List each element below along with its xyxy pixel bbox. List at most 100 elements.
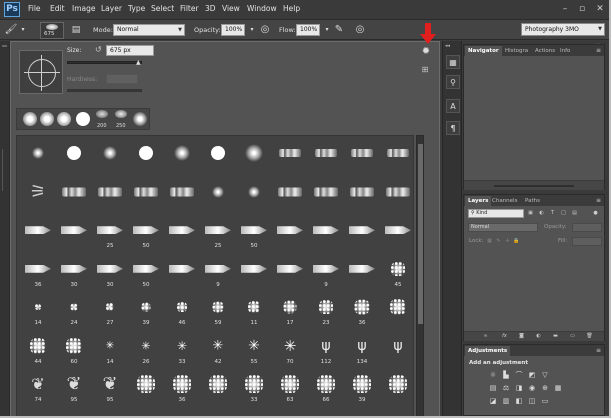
brush-preset[interactable]: 9 (307, 254, 345, 288)
brush-preset[interactable]: ❦ 95 (55, 369, 93, 403)
brush-preset[interactable] (343, 254, 381, 288)
exposure-icon[interactable]: ◩ (527, 371, 537, 380)
filter-adjustment-icon[interactable]: ◐ (538, 210, 545, 217)
filter-pixel-icon[interactable]: ▣ (527, 210, 534, 217)
brush-preset[interactable] (307, 215, 345, 249)
collapse-dock-icon[interactable]: ◂◂ (445, 43, 450, 49)
brush-preset[interactable]: ⚞ (19, 177, 57, 211)
brush-preset[interactable]: 25 (91, 215, 129, 249)
menu-image[interactable]: Image (72, 4, 96, 13)
tab-info[interactable]: Info (557, 46, 573, 56)
brush-preset[interactable]: 23 (307, 292, 345, 326)
layer-filter-select[interactable]: ⚲ Kind (468, 209, 524, 218)
brush-preset[interactable]: 25 (199, 215, 237, 249)
hue-saturation-icon[interactable]: ▤ (488, 384, 498, 393)
layer-style-icon[interactable]: fx (501, 333, 508, 340)
brush-preset[interactable]: 46 (163, 292, 201, 326)
menu-type[interactable]: Type (128, 4, 145, 13)
brush-preset[interactable] (127, 138, 165, 172)
brush-preset[interactable]: ψ 134 (343, 331, 381, 365)
brush-preset[interactable] (271, 138, 309, 172)
brush-preset[interactable] (91, 138, 129, 172)
brush-preset[interactable] (199, 369, 237, 403)
curves-icon[interactable]: ⌒ (514, 371, 524, 380)
brush-preset[interactable] (127, 177, 165, 211)
brush-grid-scrollbar[interactable] (416, 135, 424, 416)
brush-preset[interactable] (91, 177, 129, 211)
reset-size-icon[interactable]: ↺ (95, 45, 103, 55)
brush-preset-picker[interactable]: 675 (40, 22, 64, 39)
brightness-icon[interactable]: ☼ (488, 371, 498, 380)
brush-preset[interactable]: 60 (55, 331, 93, 365)
brush-preset[interactable] (55, 138, 93, 172)
brush-preset[interactable]: 36 (343, 292, 381, 326)
workspace-select[interactable]: Photography 3MO ▼ (521, 23, 605, 36)
brush-preset[interactable] (379, 215, 413, 249)
black-white-icon[interactable]: ◨ (514, 384, 524, 393)
brush-preset[interactable] (271, 177, 309, 211)
brush-preset[interactable] (55, 177, 93, 211)
brush-preset[interactable] (379, 177, 413, 211)
channel-mixer-icon[interactable]: ⊕ (540, 384, 550, 393)
brush-preset[interactable] (307, 177, 345, 211)
brush-preset[interactable] (271, 215, 309, 249)
menu-file[interactable]: File (28, 4, 41, 13)
brush-preset[interactable] (19, 138, 57, 172)
brush-preset[interactable]: 33 (235, 369, 273, 403)
brush-preset[interactable]: 39 (127, 292, 165, 326)
vibrance-icon[interactable]: ▽ (540, 371, 550, 380)
brush-preset[interactable] (163, 177, 201, 211)
brush-preset[interactable]: 17 (271, 292, 309, 326)
filter-type-icon[interactable]: T (549, 210, 556, 217)
new-group-icon[interactable]: ▬ (552, 333, 559, 340)
hardness-field[interactable] (106, 74, 138, 84)
pressure-opacity-icon[interactable]: ◎ (258, 23, 272, 37)
brush-tip-preview[interactable] (19, 50, 63, 94)
brush-preset[interactable]: 30 (55, 254, 93, 288)
color-balance-icon[interactable]: ⚖ (501, 384, 511, 393)
brush-preset[interactable] (343, 138, 381, 172)
hardness-slider[interactable] (67, 89, 142, 92)
brush-preset[interactable]: 24 (55, 292, 93, 326)
size-field[interactable]: 675 px (106, 45, 154, 56)
filter-shape-icon[interactable]: □ (560, 210, 567, 217)
brush-preset[interactable] (235, 138, 273, 172)
brush-preset[interactable] (379, 369, 413, 403)
brush-preset[interactable] (199, 138, 237, 172)
brush-panel-toggle-icon[interactable]: ▤ (69, 23, 83, 37)
swatch-icon[interactable]: ▦ (446, 55, 460, 69)
tab-layers[interactable]: Layers (465, 196, 492, 206)
threshold-icon[interactable]: ◧ (514, 397, 524, 406)
levels-icon[interactable]: ▙ (501, 371, 511, 380)
brush-preset[interactable]: 27 (91, 292, 129, 326)
photo-filter-icon[interactable]: ◉ (527, 384, 537, 393)
panel-menu-icon[interactable]: ≡ (596, 197, 601, 204)
brush-preset[interactable]: ❦ 95 (91, 369, 129, 403)
recent-brush[interactable] (40, 112, 54, 126)
paragraph-icon[interactable]: ¶ (446, 121, 460, 135)
invert-icon[interactable]: ◪ (488, 397, 498, 406)
new-preset-icon[interactable]: ⊞ (420, 65, 430, 75)
brush-preset[interactable]: 59 (199, 292, 237, 326)
tab-navigator[interactable]: Navigator (465, 46, 502, 56)
lock-paint-icon[interactable]: ✎ (495, 238, 502, 245)
brush-preset[interactable]: ✳ 42 (199, 331, 237, 364)
layer-mask-icon[interactable]: ◙ (518, 333, 525, 340)
lock-move-icon[interactable]: ✛ (504, 238, 511, 245)
airbrush-icon[interactable]: ✎ (332, 23, 346, 37)
tab-adjustments[interactable]: Adjustments (465, 346, 511, 356)
tab-actions[interactable]: Actions (532, 46, 558, 56)
brush-preset[interactable]: 50 (235, 215, 273, 249)
menu-help[interactable]: Help (283, 4, 300, 13)
brush-preset[interactable]: 50 (127, 254, 165, 288)
posterize-icon[interactable]: ▥ (501, 397, 511, 406)
recent-brush[interactable] (115, 110, 127, 118)
gear-icon[interactable]: ✹ (419, 45, 433, 59)
panel-menu-icon[interactable]: ≡ (596, 47, 601, 54)
filter-smart-object-icon[interactable]: ▤ (571, 210, 578, 217)
fill-field[interactable] (572, 237, 602, 246)
brush-preset[interactable] (343, 215, 381, 249)
blend-mode-select[interactable]: Normal (468, 223, 538, 232)
brush-preset[interactable]: 14 (19, 292, 57, 326)
brush-preset[interactable] (163, 254, 201, 288)
